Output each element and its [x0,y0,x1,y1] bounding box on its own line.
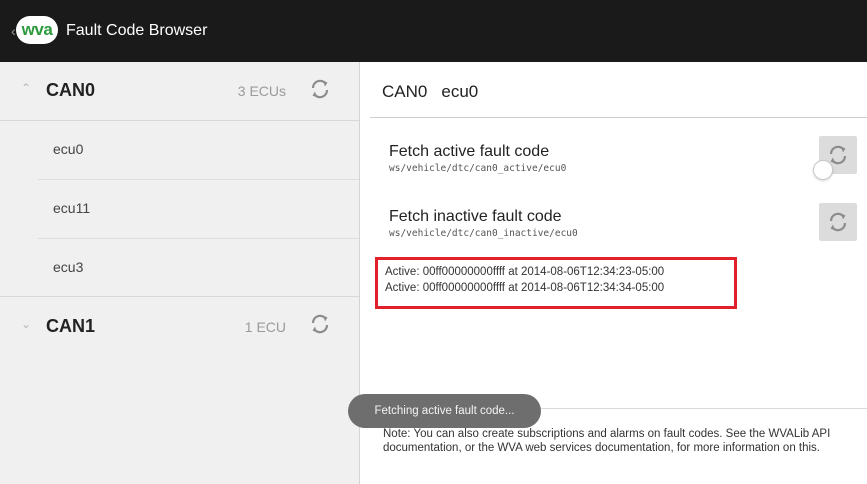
group-name: CAN1 [46,316,96,336]
app-logo[interactable]: wva [16,16,58,44]
ecu-count: 1 ECU [244,319,286,335]
refresh-icon [829,212,847,232]
group-row-can1[interactable]: ⌄ CAN1 1 ECU [0,298,359,356]
back-chevron-icon[interactable]: ‹ [11,22,16,40]
fetch-inactive-button[interactable] [819,203,857,241]
ecu-label: ecu3 [53,259,84,275]
bus-list-pane: ⌃ CAN0 3 ECUs ecu0 ecu11 ecu3 ⌄ CAN1 1 E… [0,62,360,484]
group-name: CAN0 [46,80,96,100]
chevron-down-icon: ⌄ [20,317,32,331]
ecu-label: ecu11 [53,200,91,216]
refresh-icon[interactable] [308,77,332,101]
ecu-item-ecu11[interactable]: ecu11 [0,180,359,239]
toggle-knob[interactable] [813,160,833,180]
fetch-inactive-title: Fetch inactive fault code [389,208,562,225]
note-text: Note: You can also create subscriptions … [383,428,831,454]
detail-header: CAN0 ecu0 [382,82,492,102]
fetch-active-path: ws/vehicle/dtc/can0_active/ecu0 [389,163,567,174]
fetch-active-title: Fetch active fault code [389,143,550,160]
divider [0,296,359,297]
group-row-can0[interactable]: ⌃ CAN0 3 ECUs [0,62,359,120]
header-divider [370,117,867,118]
ecu-item-ecu0[interactable]: ecu0 [0,121,359,180]
toast-message: Fetching active fault code... [348,394,541,428]
fetch-inactive-path: ws/vehicle/dtc/can0_inactive/ecu0 [389,228,578,239]
ecu-item-ecu3[interactable]: ecu3 [0,239,359,298]
ecu-name: ecu0 [441,82,479,101]
result-line: Active: 00ff00000000ffff at 2014-08-06T1… [385,282,665,294]
chevron-up-icon: ⌃ [20,81,32,95]
result-line: Active: 00ff00000000ffff at 2014-08-06T1… [385,266,665,278]
bus-name: CAN0 [382,82,428,101]
action-bar: ‹ wva Fault Code Browser [0,0,867,62]
app-title: Fault Code Browser [66,22,208,39]
ecu-label: ecu0 [53,141,84,157]
ecu-count: 3 ECUs [237,83,286,99]
refresh-icon[interactable] [308,312,332,336]
